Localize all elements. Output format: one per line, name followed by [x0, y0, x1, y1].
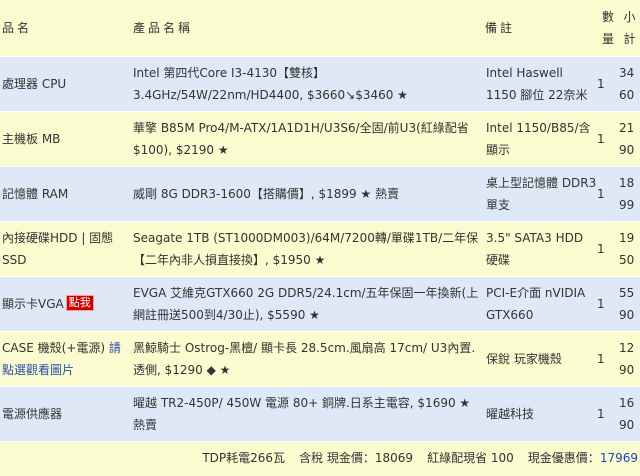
- total-row: TDP耗電266瓦 含稅 現金價：18069 紅綠配現省 100 現金優惠價：1796…: [0, 440, 640, 474]
- row-subtotal-top: 21: [619, 120, 635, 135]
- table-row-ram: 記憶體 RAM 威剛 8G DDR3-1600【搭購價】, $1899 ★ 熱賣…: [0, 165, 640, 221]
- row-note: PCI-E介面 nVIDIA GTX660: [483, 275, 597, 331]
- row-subtotal: 16 90: [619, 385, 640, 441]
- combo-saving: 紅綠配現省 100: [427, 451, 514, 466]
- row-product[interactable]: 黑鯨騎士 Ostrog-黑檀/ 顯卡長 28.5cm.風扇高 17cm/ U3內…: [131, 330, 483, 386]
- table-row-vga: 顯示卡VGA 點我 EVGA 艾維克GTX660 2G DDR5/24.1cm/五…: [0, 275, 640, 331]
- row-category: CASE 機殼(+電源) 請點選觀看圖片: [0, 330, 131, 386]
- row-note: 曜越科技: [483, 385, 597, 441]
- row-subtotal-bottom: 99: [619, 197, 635, 212]
- row-category: 顯示卡VGA 點我: [0, 275, 131, 331]
- header-product: 產品名稱: [133, 21, 194, 36]
- total-summary: TDP耗電266瓦 含稅 現金價：18069 紅綠配現省 100 現金優惠價：1796…: [0, 440, 640, 474]
- row-qty: 1: [597, 275, 619, 331]
- header-qty: 數 量: [597, 0, 619, 56]
- row-category: 記憶體 RAM: [0, 165, 131, 221]
- row-subtotal: 34 60: [619, 55, 640, 111]
- component-quote-table: 品名 產品名稱 備註 數 量 小 計 處理器 CPU Intel 第四代Core…: [0, 0, 640, 474]
- tax-cash-price: 含稅 現金價：18069: [299, 451, 414, 466]
- row-subtotal-bottom: 50: [619, 252, 635, 267]
- row-subtotal: 18 99: [619, 165, 640, 221]
- row-note: 3.5" SATA3 HDD 硬碟: [483, 220, 597, 276]
- tdp-text: TDP耗電266瓦: [202, 451, 286, 466]
- row-product[interactable]: 曜越 TR2-450P/ 450W 電源 80+ 銅牌.日系主電容, $1690…: [131, 385, 483, 441]
- row-subtotal-bottom: 60: [619, 87, 635, 102]
- row-product[interactable]: Seagate 1TB (ST1000DM003)/64M/7200轉/單碟1T…: [131, 220, 483, 276]
- row-note: 桌上型記憶體 DDR3 單支: [483, 165, 597, 221]
- row-category-label: 顯示卡VGA: [2, 296, 64, 311]
- row-note: Intel Haswell 1150 腳位 22奈米: [483, 55, 597, 111]
- row-subtotal-bottom: 90: [619, 417, 635, 432]
- row-note: 保銳 玩家機殼: [483, 330, 597, 386]
- row-category: 內接硬碟HDD | 固態SSD: [0, 220, 131, 276]
- hot-badge-button[interactable]: 點我: [65, 294, 94, 311]
- header-note: 備註: [485, 21, 516, 36]
- header-sub-top: 小: [623, 9, 636, 24]
- row-product[interactable]: 華擎 B85M Pro4/M-ATX/1A1D1H/U3S6/全固/前U3(紅綠…: [131, 110, 483, 166]
- quote-panel: 品名 產品名稱 備註 數 量 小 計 處理器 CPU Intel 第四代Core…: [0, 0, 640, 476]
- table-row-case: CASE 機殼(+電源) 請點選觀看圖片 黑鯨騎士 Ostrog-黑檀/ 顯卡長…: [0, 330, 640, 386]
- row-subtotal: 12 90: [619, 330, 640, 386]
- row-subtotal-top: 18: [619, 175, 635, 190]
- row-qty: 1: [597, 110, 619, 166]
- table-header-row: 品名 產品名稱 備註 數 量 小 計: [0, 0, 640, 56]
- table-row-psu: 電源供應器 曜越 TR2-450P/ 450W 電源 80+ 銅牌.日系主電容,…: [0, 385, 640, 441]
- row-subtotal-top: 55: [619, 285, 635, 300]
- row-note: Intel 1150/B85/含顯示: [483, 110, 597, 166]
- row-product[interactable]: EVGA 艾維克GTX660 2G DDR5/24.1cm/五年保固一年換新(上…: [131, 275, 483, 331]
- row-subtotal-bottom: 90: [619, 307, 635, 322]
- row-subtotal-top: 34: [619, 65, 635, 80]
- row-product[interactable]: 威剛 8G DDR3-1600【搭購價】, $1899 ★ 熱賣: [131, 165, 483, 221]
- row-category: 電源供應器: [0, 385, 131, 441]
- row-category: 處理器 CPU: [0, 55, 131, 111]
- row-subtotal: 55 90: [619, 275, 640, 331]
- row-category-label: CASE 機殼(+電源): [2, 340, 106, 355]
- promo-price-label: 現金優惠價：: [527, 451, 600, 466]
- row-category: 主機板 MB: [0, 110, 131, 166]
- promo-price-value: 17969: [599, 451, 638, 466]
- header-qty-bottom: 量: [601, 31, 614, 46]
- row-qty: 1: [597, 165, 619, 221]
- header-subtotal: 小 計: [619, 0, 640, 56]
- row-subtotal: 19 50: [619, 220, 640, 276]
- row-qty: 1: [597, 220, 619, 276]
- row-subtotal-top: 16: [619, 395, 635, 410]
- table-row-mb: 主機板 MB 華擎 B85M Pro4/M-ATX/1A1D1H/U3S6/全固…: [0, 110, 640, 166]
- row-qty: 1: [597, 330, 619, 386]
- row-subtotal-bottom: 90: [619, 362, 635, 377]
- row-subtotal-top: 12: [619, 340, 635, 355]
- row-qty: 1: [597, 55, 619, 111]
- row-subtotal-top: 19: [619, 230, 635, 245]
- header-qty-top: 數: [601, 9, 614, 24]
- header-category: 品名: [2, 21, 33, 36]
- header-sub-bottom: 計: [623, 31, 636, 46]
- row-subtotal-bottom: 90: [619, 142, 635, 157]
- row-subtotal: 21 90: [619, 110, 640, 166]
- row-product[interactable]: Intel 第四代Core I3-4130【雙核】3.4GHz/54W/22nm…: [131, 55, 483, 111]
- row-qty: 1: [597, 385, 619, 441]
- table-row-hdd: 內接硬碟HDD | 固態SSD Seagate 1TB (ST1000DM003…: [0, 220, 640, 276]
- table-row-cpu: 處理器 CPU Intel 第四代Core I3-4130【雙核】3.4GHz/…: [0, 55, 640, 111]
